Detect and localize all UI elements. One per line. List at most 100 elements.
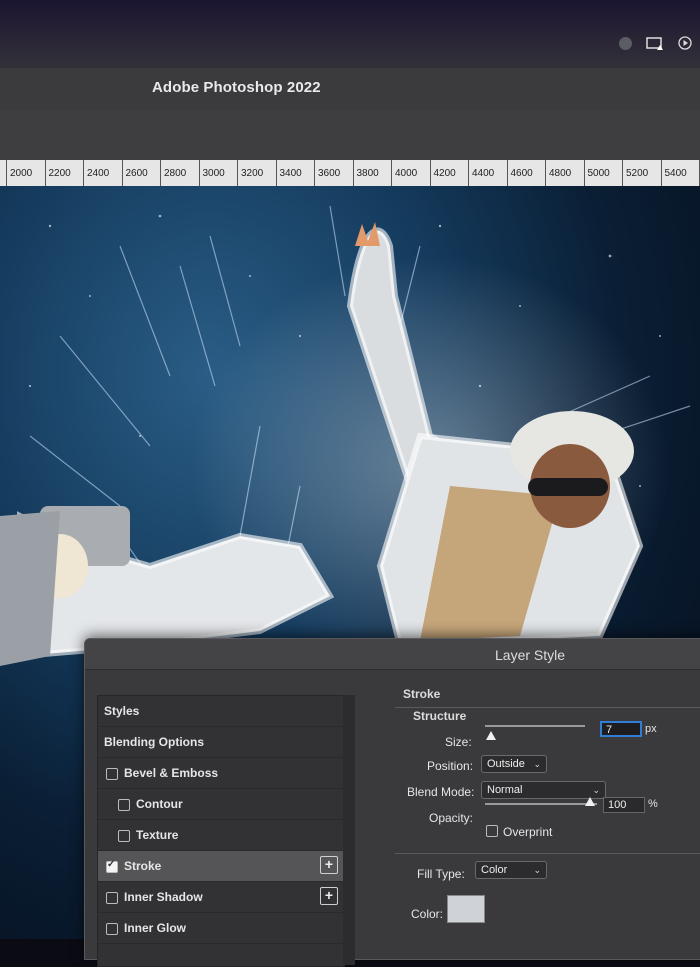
ruler-tick: 3600 [314, 160, 340, 186]
overprint-checkbox[interactable] [486, 825, 498, 837]
ruler-tick: 4200 [429, 160, 456, 186]
styles-list: Styles Blending Options Bevel & Emboss Cont… [97, 695, 345, 967]
ruler-tick: 2600 [121, 160, 148, 186]
style-checkbox[interactable] [106, 768, 118, 780]
dialog-titlebar[interactable]: Layer Style [85, 639, 700, 670]
ruler-tick: 5200 [622, 160, 648, 186]
structure-group-title: Structure [413, 709, 467, 723]
blend-mode-value: Normal [487, 784, 523, 796]
size-slider[interactable] [485, 725, 585, 727]
ruler-tick: 3200 [237, 160, 263, 186]
ruler-tick: 3400 [275, 160, 302, 186]
ruler-tick-label: 2200 [48, 168, 71, 179]
chevron-down-icon: ⌄ [533, 865, 541, 875]
style-item-contour[interactable]: Contour [98, 789, 344, 820]
opacity-input[interactable]: 100 [603, 797, 645, 813]
options-bar [0, 110, 700, 161]
style-item-inner-shadow[interactable]: Inner Shadow + [98, 882, 344, 913]
opacity-label: Opacity: [429, 811, 474, 825]
ruler-tick: 2800 [160, 160, 186, 186]
ruler-tick-label: 5000 [587, 168, 610, 179]
ruler-tick-label: 3200 [241, 168, 264, 179]
ruler-tick-label: 4000 [395, 168, 418, 179]
style-checkbox[interactable] [106, 859, 118, 873]
fill-group-line [395, 853, 700, 854]
position-select[interactable]: Outside ⌄ [481, 755, 547, 773]
style-checkbox[interactable] [118, 799, 130, 811]
ruler-tick: 4400 [468, 160, 494, 186]
structure-group-line [395, 707, 700, 708]
style-item-bevel-emboss[interactable]: Bevel & Emboss [98, 758, 344, 789]
ruler-tick-label: 5200 [626, 168, 649, 179]
add-effect-button[interactable]: + [320, 887, 338, 905]
ruler-tick: 5400 [660, 160, 687, 186]
style-item-label: Inner Glow [124, 921, 187, 935]
styles-list-scrollbar[interactable] [343, 695, 355, 965]
monitor-bezel [0, 0, 700, 70]
size-label: Size: [445, 735, 472, 749]
ruler-tick-label: 3600 [318, 168, 341, 179]
style-item-label: Inner Shadow [124, 890, 203, 904]
ruler-tick-label: 2600 [125, 168, 148, 179]
app-title: Adobe Photoshop 2022 [152, 79, 321, 96]
style-item-label: Stroke [124, 859, 162, 873]
app-titlebar [0, 68, 700, 111]
fill-type-value: Color [481, 864, 508, 876]
ruler-tick: 5000 [583, 160, 610, 186]
ruler-tick-label: 4600 [510, 168, 533, 179]
horizontal-ruler[interactable]: 2000 2200 2400 2600 2800 3000 3200 3400 3600 3800… [0, 160, 700, 187]
ruler-tick: 4600 [506, 160, 533, 186]
chevron-down-icon: ⌄ [592, 785, 600, 795]
style-item-label: Bevel & Emboss [124, 766, 219, 780]
style-item-stroke[interactable]: Stroke + [98, 851, 344, 882]
opacity-slider-knob[interactable] [585, 797, 595, 806]
style-item-texture[interactable]: Texture [98, 820, 344, 851]
size-input[interactable]: 7 [600, 721, 642, 737]
style-item-styles[interactable]: Styles [98, 696, 344, 727]
status-dot-icon[interactable] [619, 36, 632, 50]
ruler-tick: 2400 [83, 160, 109, 186]
stroke-section-title: Stroke [403, 687, 441, 701]
ruler-tick-label: 3400 [279, 168, 302, 179]
stroke-settings-panel: Stroke Structure Size: 7 px Position: Ou… [385, 685, 700, 965]
ruler-tick-label: 2000 [10, 168, 33, 179]
chevron-down-icon: ⌄ [533, 759, 541, 769]
color-label: Color: [411, 907, 444, 921]
size-slider-knob[interactable] [486, 731, 496, 740]
style-item-inner-glow[interactable]: Inner Glow [98, 913, 344, 944]
position-value: Outside [487, 758, 525, 770]
position-label: Position: [427, 759, 474, 773]
style-checkbox[interactable] [106, 892, 118, 904]
overprint-label: Overprint [503, 825, 553, 839]
system-menubar-icons [619, 36, 692, 50]
ruler-tick-label: 2400 [87, 168, 110, 179]
screen-mirror-icon[interactable] [646, 36, 664, 50]
style-checkbox[interactable] [118, 830, 130, 842]
style-item-label: Styles [104, 704, 140, 718]
opacity-slider[interactable] [485, 803, 597, 805]
layer-style-dialog[interactable]: Layer Style Styles Blending Options Bevel … [84, 638, 700, 967]
add-effect-button[interactable]: + [320, 856, 338, 874]
blend-mode-label: Blend Mode: [407, 785, 475, 799]
ruler-tick: 2200 [44, 160, 71, 186]
ruler-tick-label: 4200 [433, 168, 456, 179]
ruler-tick-label: 4800 [549, 168, 572, 179]
ruler-tick: 3000 [198, 160, 225, 186]
style-item-label: Texture [136, 828, 179, 842]
stroke-color-swatch[interactable] [447, 895, 485, 923]
style-checkbox[interactable] [106, 923, 118, 935]
ruler-tick: 4800 [545, 160, 571, 186]
fill-type-select[interactable]: Color ⌄ [475, 861, 547, 879]
opacity-unit: % [648, 798, 658, 810]
ruler-tick-label: 4400 [472, 168, 495, 179]
ruler-tick: 4000 [391, 160, 417, 186]
ruler-tick-label: 2800 [164, 168, 187, 179]
fill-type-label: Fill Type: [417, 867, 465, 881]
ruler-tick: 3800 [352, 160, 379, 186]
play-circle-icon[interactable] [678, 36, 692, 50]
ruler-tick-label: 3000 [202, 168, 225, 179]
style-item-label: Contour [136, 797, 183, 811]
dialog-title: Layer Style [495, 647, 566, 663]
style-item-blending-options[interactable]: Blending Options [98, 727, 344, 758]
ruler-tick-label: 3800 [356, 168, 379, 179]
